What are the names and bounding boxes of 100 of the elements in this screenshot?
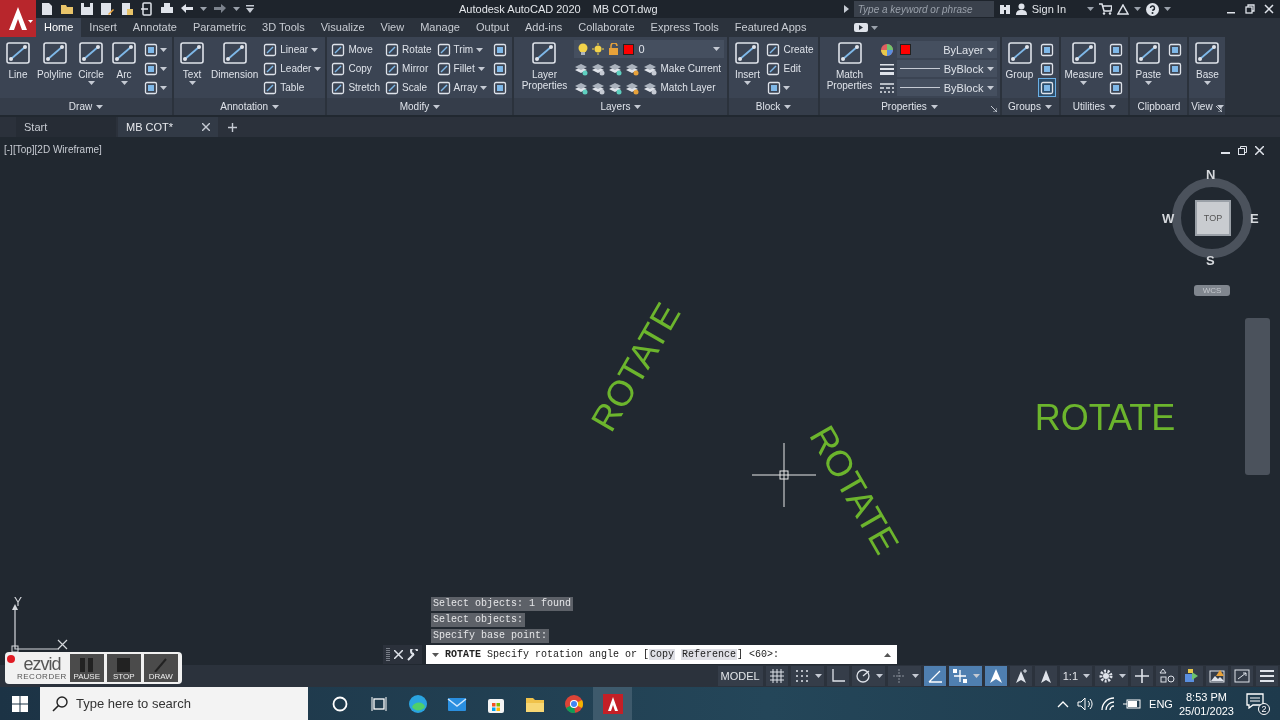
recorder-button[interactable]: DRAW [143, 654, 178, 682]
panel-title[interactable]: Properties [881, 101, 927, 112]
ribbon-tool-button[interactable]: Array [435, 78, 489, 97]
ribbon-tool-button[interactable]: Paste [1133, 40, 1164, 96]
close-icon[interactable] [1255, 146, 1264, 155]
tool-icon[interactable] [385, 61, 400, 76]
ribbon-tab[interactable]: Manage [412, 18, 468, 37]
caret-icon[interactable] [477, 66, 485, 71]
caret-icon[interactable] [1083, 674, 1090, 678]
notification-button[interactable]: 2 [1246, 692, 1270, 715]
folder-icon[interactable] [60, 2, 74, 16]
help-icon[interactable] [1146, 2, 1159, 16]
ribbon-tab[interactable]: Add-ins [517, 18, 571, 37]
ribbon-tab[interactable]: Collaborate [570, 18, 643, 37]
ribbon-tool-button[interactable]: Insert [732, 40, 763, 96]
caret-icon[interactable] [1203, 81, 1211, 85]
panel-title[interactable]: Modify [399, 101, 430, 112]
viewport-controls-label[interactable]: [-][Top][2D Wireframe] [4, 144, 102, 155]
binoculars-icon[interactable] [998, 3, 1011, 15]
expand-arrow-icon[interactable] [843, 5, 849, 13]
caret-icon[interactable] [233, 7, 240, 11]
ribbon-tool-button[interactable]: Create [765, 40, 815, 59]
caret-icon[interactable] [1087, 7, 1094, 11]
status-toggle[interactable] [765, 666, 788, 686]
status-toggle[interactable] [1009, 666, 1032, 686]
caret-icon[interactable] [713, 47, 721, 51]
property-dropdown[interactable]: ByBlock [896, 60, 997, 77]
ribbon-tab[interactable]: Annotate [124, 18, 185, 37]
ribbon-tab[interactable]: Insert [81, 18, 125, 37]
caret-icon[interactable] [314, 66, 322, 71]
ribbon-tool-button[interactable]: Edit [765, 59, 815, 78]
status-toggle[interactable] [1231, 666, 1253, 686]
document-icon[interactable] [120, 2, 134, 16]
taskbar-search-field[interactable]: Type here to search [40, 687, 308, 720]
document-tab[interactable]: Start [16, 117, 116, 137]
tool-icon[interactable] [766, 42, 781, 57]
customize-icon[interactable] [246, 5, 254, 13]
property-dropdown[interactable]: ByLayer [896, 41, 997, 58]
ribbon-tool-button[interactable]: Line [3, 40, 33, 96]
ribbon-icon-button[interactable] [1037, 78, 1056, 97]
caret-icon[interactable] [986, 85, 994, 90]
restore-icon[interactable] [1238, 146, 1247, 155]
ribbon-tab[interactable]: Express Tools [642, 18, 727, 37]
clock[interactable]: 8:53 PM 25/01/2023 [1178, 689, 1234, 718]
status-toggle[interactable] [826, 666, 849, 686]
panel-title-bar[interactable]: Utilities [1060, 98, 1129, 115]
property-dropdown[interactable]: ByBlock [896, 79, 997, 96]
ribbon-tab[interactable]: Home [36, 18, 82, 37]
status-toggle[interactable] [1181, 666, 1203, 686]
caret-icon[interactable] [200, 7, 207, 11]
task-view-icon[interactable] [370, 695, 387, 712]
view-cube-face[interactable]: TOP [1195, 200, 1231, 236]
tool-icon[interactable] [331, 61, 346, 76]
restore-icon[interactable] [1245, 4, 1255, 14]
compass-label[interactable]: E [1250, 212, 1259, 225]
tool-icon[interactable] [436, 61, 451, 76]
scroll-up-icon[interactable] [884, 652, 891, 657]
panel-title[interactable]: Draw [68, 101, 93, 112]
dropdown-button[interactable] [873, 666, 885, 686]
ribbon-tool-button[interactable]: Stretch [330, 78, 382, 97]
ribbon-tool-button[interactable]: Dimension [210, 40, 260, 96]
status-toggle[interactable] [1034, 666, 1057, 686]
language-indicator[interactable]: ENG [1149, 697, 1173, 710]
speaker-icon[interactable] [1077, 696, 1094, 711]
caret-icon[interactable] [476, 47, 484, 52]
caret-icon[interactable] [911, 674, 919, 678]
caret-icon[interactable] [432, 652, 439, 657]
caret-icon[interactable] [1119, 674, 1126, 678]
ribbon-tool-button[interactable]: Circle [76, 40, 107, 96]
caret-icon[interactable] [160, 47, 168, 52]
ribbon-tool-button[interactable]: Scale [384, 78, 433, 97]
panel-title-bar[interactable]: Layers [514, 98, 728, 115]
panel-title-bar[interactable]: Block [729, 98, 818, 115]
panel-title-bar[interactable]: Draw [0, 98, 173, 115]
panel-title[interactable]: Layers [600, 101, 631, 112]
dropdown-button[interactable] [1117, 666, 1128, 686]
caret-icon[interactable] [1134, 7, 1141, 11]
status-toggle[interactable] [851, 666, 874, 686]
ribbon-tab[interactable]: Featured Apps [726, 18, 815, 37]
layer-dropdown[interactable]: 0 [574, 40, 725, 58]
status-toggle[interactable] [923, 666, 946, 686]
caret-icon[interactable] [87, 81, 95, 85]
caret-icon[interactable] [783, 85, 791, 90]
search-field[interactable]: Type a keyword or phrase [853, 1, 994, 17]
compass-label[interactable]: S [1206, 254, 1215, 267]
tool-icon[interactable] [385, 42, 400, 57]
sign-in-link[interactable]: Sign In [1031, 3, 1066, 15]
save-as-icon[interactable] [100, 2, 114, 16]
battery-icon[interactable] [1123, 697, 1142, 710]
close-icon[interactable] [394, 650, 403, 659]
status-toggle[interactable] [1156, 666, 1178, 686]
dropdown-button[interactable] [1081, 666, 1092, 686]
caret-icon[interactable] [1144, 81, 1152, 85]
panel-title-bar[interactable]: Groups [1001, 98, 1059, 115]
ribbon-tool-button[interactable]: Move [330, 40, 382, 59]
caret-icon[interactable] [930, 104, 938, 109]
wifi-icon[interactable] [1101, 696, 1116, 711]
save-icon[interactable] [80, 2, 94, 16]
ribbon-tool-button[interactable]: Table [262, 78, 323, 97]
layer-icon[interactable] [574, 80, 589, 95]
